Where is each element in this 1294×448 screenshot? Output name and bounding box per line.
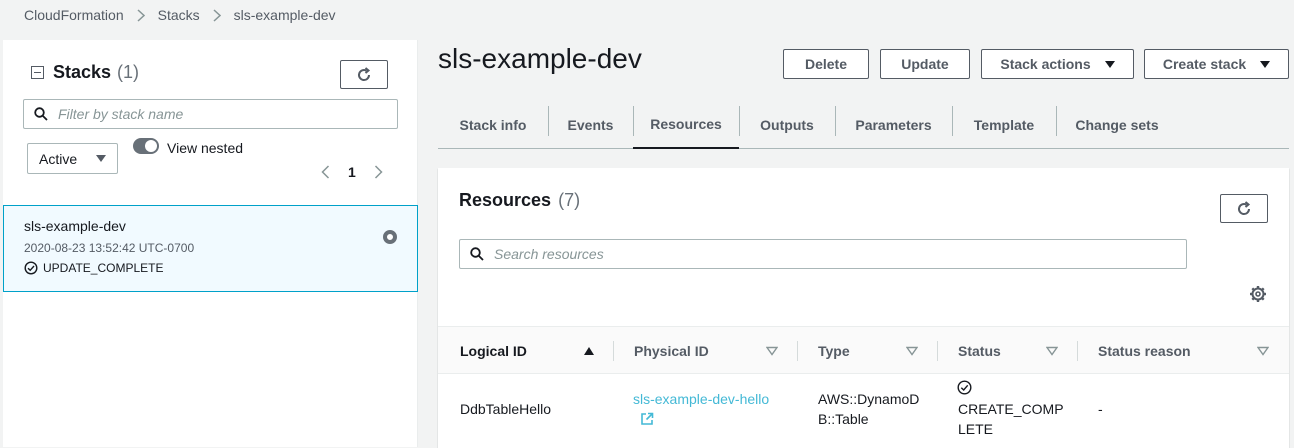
- stack-status-select[interactable]: Active: [27, 143, 118, 174]
- resources-panel: Resources (7) Logical ID Physical ID Typ…: [438, 168, 1289, 448]
- tab-resources[interactable]: Resources: [633, 101, 739, 149]
- cell-status-line1: CREATE_COMP: [958, 401, 1064, 417]
- pagination: 1: [321, 164, 383, 180]
- stack-tabs: Stack info Events Resources Outputs Para…: [438, 101, 1289, 149]
- column-separator: [1077, 341, 1078, 361]
- cell-status-line2: LETE: [958, 421, 994, 437]
- resource-search-input[interactable]: [494, 246, 1103, 262]
- stack-date: 2020-08-23 13:52:42 UTC-0700: [24, 241, 195, 255]
- column-separator: [613, 341, 614, 361]
- breadcrumb-stacks[interactable]: Stacks: [158, 7, 200, 23]
- stacks-title: Stacks: [53, 62, 112, 82]
- column-header-type[interactable]: Type: [818, 327, 850, 375]
- page-title: sls-example-dev: [438, 43, 642, 74]
- stack-filter[interactable]: [23, 99, 398, 129]
- refresh-resources-button[interactable]: [1220, 194, 1268, 223]
- tab-outputs[interactable]: Outputs: [739, 101, 835, 148]
- stacks-count: (1): [117, 62, 140, 82]
- breadcrumb: CloudFormation Stacks sls-example-dev: [24, 6, 336, 24]
- chevron-right-icon: [213, 8, 221, 22]
- column-header-status-reason[interactable]: Status reason: [1098, 327, 1191, 375]
- caret-down-icon: [96, 155, 106, 162]
- cell-physical-id: sls-example-dev-hello: [633, 389, 769, 409]
- stack-actions-label: Stack actions: [1000, 56, 1091, 72]
- breadcrumb-cloudformation[interactable]: CloudFormation: [24, 7, 124, 23]
- resources-table-header: Logical ID Physical ID Type Status Statu…: [438, 326, 1289, 374]
- create-stack-button[interactable]: Create stack: [1144, 49, 1289, 79]
- gear-icon[interactable]: [1249, 285, 1267, 303]
- page-number[interactable]: 1: [348, 164, 356, 180]
- chevron-left-icon[interactable]: [321, 165, 330, 179]
- resources-heading: Resources (7): [459, 190, 580, 211]
- stack-actions-button[interactable]: Stack actions: [981, 49, 1134, 79]
- stacks-panel: Stacks (1) Active View nested 1 sls-exam…: [3, 40, 418, 447]
- create-stack-label: Create stack: [1162, 56, 1247, 72]
- check-circle-icon: [957, 380, 972, 395]
- external-link-icon[interactable]: [640, 412, 654, 426]
- delete-button-label: Delete: [804, 56, 848, 72]
- stack-status: UPDATE_COMPLETE: [24, 261, 163, 275]
- breadcrumb-current: sls-example-dev: [233, 7, 336, 23]
- refresh-icon: [1238, 200, 1251, 215]
- refresh-stacks-button[interactable]: [340, 60, 388, 89]
- cell-type: AWS::DynamoD B::Table: [818, 389, 919, 429]
- column-header-logical-id[interactable]: Logical ID: [460, 327, 527, 375]
- cell-status: CREATE_COMP LETE: [958, 399, 1064, 439]
- sort-icon[interactable]: [1257, 346, 1269, 356]
- stack-status-select-value: Active: [39, 150, 78, 167]
- update-button-label: Update: [901, 56, 949, 72]
- resources-title: Resources: [459, 190, 552, 210]
- stack-list-item[interactable]: sls-example-dev 2020-08-23 13:52:42 UTC-…: [3, 205, 418, 292]
- caret-down-icon: [1104, 60, 1115, 68]
- search-icon: [470, 247, 484, 261]
- tab-template[interactable]: Template: [952, 101, 1056, 148]
- tab-change-sets[interactable]: Change sets: [1056, 101, 1178, 148]
- tab-stack-info[interactable]: Stack info: [438, 101, 548, 148]
- cell-logical-id: DdbTableHello: [460, 401, 552, 417]
- resources-count: (7): [558, 190, 581, 210]
- sort-icon[interactable]: [1046, 346, 1058, 356]
- sort-ascending-icon[interactable]: [583, 346, 595, 356]
- cell-status-reason: -: [1098, 401, 1103, 417]
- check-circle-icon: [24, 261, 38, 275]
- search-icon: [34, 107, 48, 121]
- column-separator: [937, 341, 938, 361]
- view-nested-toggle[interactable]: [133, 138, 159, 154]
- physical-id-link[interactable]: sls-example-dev-hello: [633, 391, 769, 407]
- sort-icon[interactable]: [766, 346, 778, 356]
- column-header-status[interactable]: Status: [958, 327, 1001, 375]
- view-nested-label: View nested: [167, 140, 244, 156]
- resource-search[interactable]: [459, 239, 1187, 269]
- stacks-heading: Stacks (1): [31, 62, 139, 83]
- stack-filter-input[interactable]: [58, 106, 367, 122]
- chevron-right-icon: [137, 8, 145, 22]
- cell-type-line2: B::Table: [818, 411, 869, 427]
- tab-parameters[interactable]: Parameters: [835, 101, 952, 148]
- collapse-icon[interactable]: [31, 66, 44, 79]
- sort-icon[interactable]: [906, 346, 918, 356]
- caret-down-icon: [1260, 60, 1271, 68]
- column-separator: [797, 341, 798, 361]
- stack-status-text: UPDATE_COMPLETE: [43, 261, 164, 275]
- update-button[interactable]: Update: [880, 49, 970, 79]
- column-header-physical-id[interactable]: Physical ID: [634, 327, 709, 375]
- stack-name[interactable]: sls-example-dev: [24, 218, 126, 234]
- chevron-right-icon[interactable]: [374, 165, 383, 179]
- cell-type-line1: AWS::DynamoD: [818, 391, 920, 407]
- refresh-icon: [358, 66, 371, 81]
- stack-radio[interactable]: [383, 230, 397, 244]
- delete-button[interactable]: Delete: [783, 49, 869, 79]
- tab-events[interactable]: Events: [548, 101, 633, 148]
